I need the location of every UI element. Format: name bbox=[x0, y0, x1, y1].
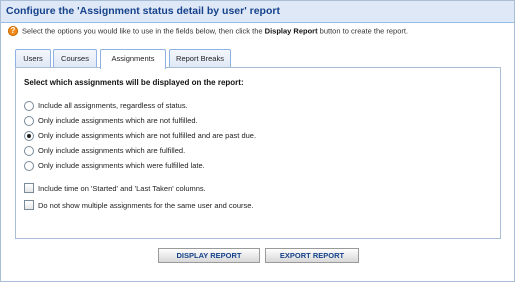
radio-label: Only include assignments which are not f… bbox=[38, 131, 257, 140]
checkbox-label: Do not show multiple assignments for the… bbox=[38, 201, 254, 210]
checkbox-label: Include time on 'Started' and 'Last Take… bbox=[38, 184, 206, 193]
tab-assignments[interactable]: Assignments bbox=[100, 49, 166, 69]
radio-button[interactable] bbox=[24, 146, 34, 156]
help-text-before: Select the options you would like to use… bbox=[22, 26, 265, 36]
display-report-button[interactable]: DISPLAY REPORT bbox=[158, 248, 260, 263]
panel-title: Configure the 'Assignment status detail … bbox=[6, 5, 280, 17]
radio-button[interactable] bbox=[24, 161, 34, 171]
checkbox[interactable] bbox=[24, 200, 34, 210]
tab-courses[interactable]: Courses bbox=[53, 49, 97, 67]
radio-label: Include all assignments, regardless of s… bbox=[38, 101, 188, 110]
panel-header: Configure the 'Assignment status detail … bbox=[1, 1, 514, 23]
radio-button[interactable] bbox=[24, 116, 34, 126]
export-report-button[interactable]: EXPORT REPORT bbox=[265, 248, 359, 263]
help-text-bold: Display Report bbox=[264, 26, 318, 36]
tab-users[interactable]: Users bbox=[15, 49, 51, 67]
radio-button[interactable] bbox=[24, 101, 34, 111]
assignments-tab-body: Select which assignments will be display… bbox=[15, 67, 501, 239]
radio-label: Only include assignments which are not f… bbox=[38, 116, 198, 125]
tab-report-breaks[interactable]: Report Breaks bbox=[169, 49, 231, 67]
help-instructions: ? Select the options you would like to us… bbox=[8, 26, 408, 38]
radio-label: Only include assignments which were fulf… bbox=[38, 161, 205, 170]
report-config-panel: Configure the 'Assignment status detail … bbox=[0, 0, 515, 282]
help-icon: ? bbox=[8, 26, 18, 37]
radio-button-selected[interactable] bbox=[24, 131, 34, 141]
help-text-after: button to create the report. bbox=[317, 26, 409, 36]
checkbox[interactable] bbox=[24, 183, 34, 193]
assignments-heading: Select which assignments will be display… bbox=[24, 78, 244, 87]
radio-label: Only include assignments which are fulfi… bbox=[38, 146, 186, 155]
